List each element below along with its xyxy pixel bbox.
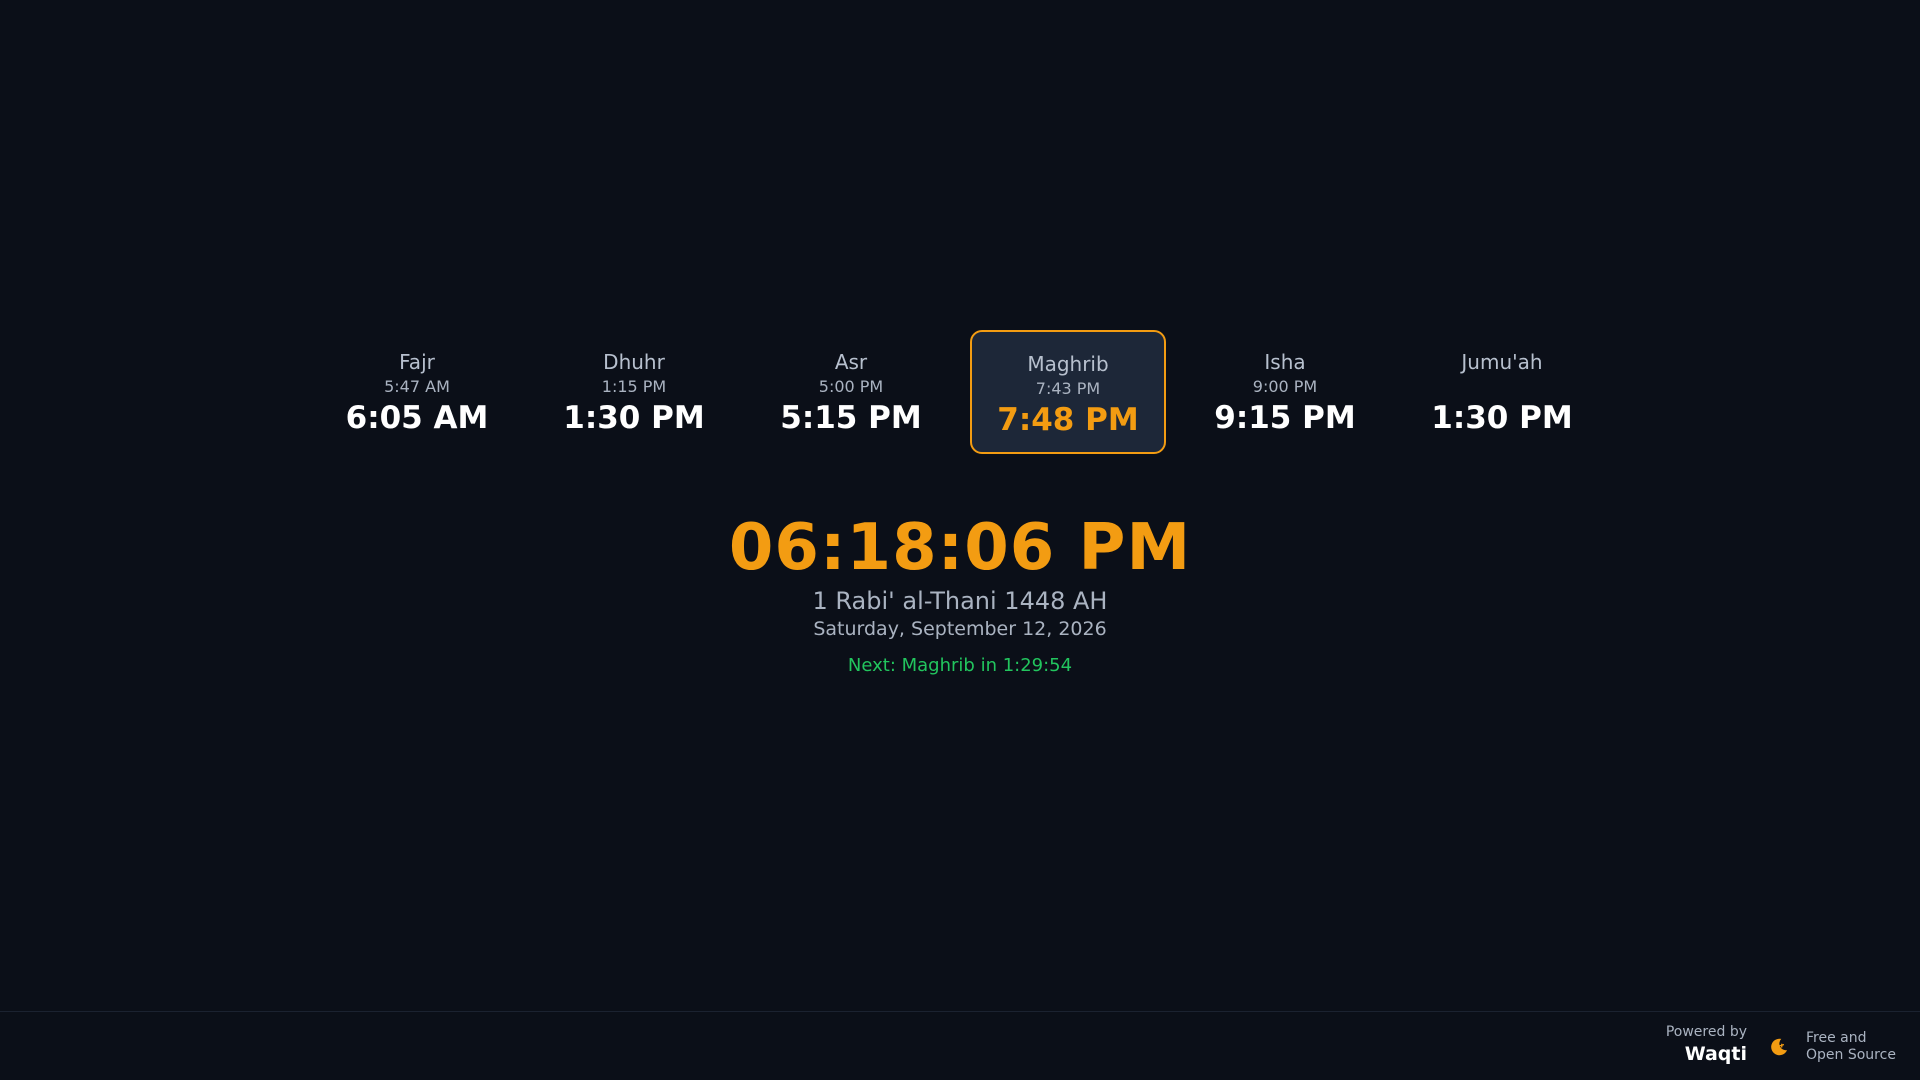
gregorian-date: Saturday, September 12, 2026 [813,618,1107,640]
prayer-iqama-time: 6:05 AM [345,400,489,436]
prayer-times-row: Fajr 5:47 AM 6:05 AM Dhuhr 1:15 PM 1:30 … [0,330,1920,454]
hijri-date: 1 Rabi' al-Thani 1448 AH [812,587,1108,615]
current-time-clock: 06:18:06 PM [728,511,1192,585]
prayer-display-screen: Fajr 5:47 AM 6:05 AM Dhuhr 1:15 PM 1:30 … [0,0,1920,1080]
prayer-name: Isha [1264,350,1306,374]
prayer-name: Maghrib [1027,352,1109,376]
open-source-line: Open Source [1806,1047,1896,1063]
prayer-name: Jumu'ah [1461,350,1543,374]
prayer-name: Asr [834,350,868,374]
crescent-moon-icon [1771,1038,1788,1056]
prayer-adhan-time: 5:47 AM [384,377,450,396]
powered-by-block[interactable]: Powered by Waqti [1666,1023,1747,1067]
prayer-iqama-time: 1:30 PM [1431,400,1573,436]
prayer-name: Dhuhr [603,350,665,374]
footer: Powered by Waqti Free and Open Source [0,1011,1920,1080]
next-prayer-countdown: Next: Maghrib in 1:29:54 [847,655,1073,676]
prayer-card-fajr: Fajr 5:47 AM 6:05 AM [319,330,515,454]
prayer-iqama-time: 1:30 PM [563,400,705,436]
prayer-adhan-time: 9:00 PM [1252,377,1318,396]
prayer-adhan-time: 1:15 PM [601,377,667,396]
prayer-card-dhuhr: Dhuhr 1:15 PM 1:30 PM [536,330,732,454]
free-line: Free and [1806,1030,1867,1046]
prayer-card-maghrib: Maghrib 7:43 PM 7:48 PM [970,330,1166,454]
free-open-source-label: Free and Open Source [1806,1030,1896,1064]
prayer-adhan-time: 7:43 PM [1035,379,1101,398]
prayer-name: Fajr [399,350,435,374]
powered-by-label: Powered by [1665,1024,1747,1040]
prayer-adhan-time: 5:00 PM [818,377,884,396]
prayer-iqama-time: 7:48 PM [997,402,1139,438]
prayer-card-asr: Asr 5:00 PM 5:15 PM [753,330,949,454]
prayer-card-isha: Isha 9:00 PM 9:15 PM [1187,330,1383,454]
prayer-card-jumuah: Jumu'ah 1:30 PM [1404,330,1600,454]
prayer-iqama-time: 5:15 PM [780,400,922,436]
prayer-iqama-time: 9:15 PM [1214,400,1356,436]
brand-name: Waqti [1684,1043,1747,1065]
